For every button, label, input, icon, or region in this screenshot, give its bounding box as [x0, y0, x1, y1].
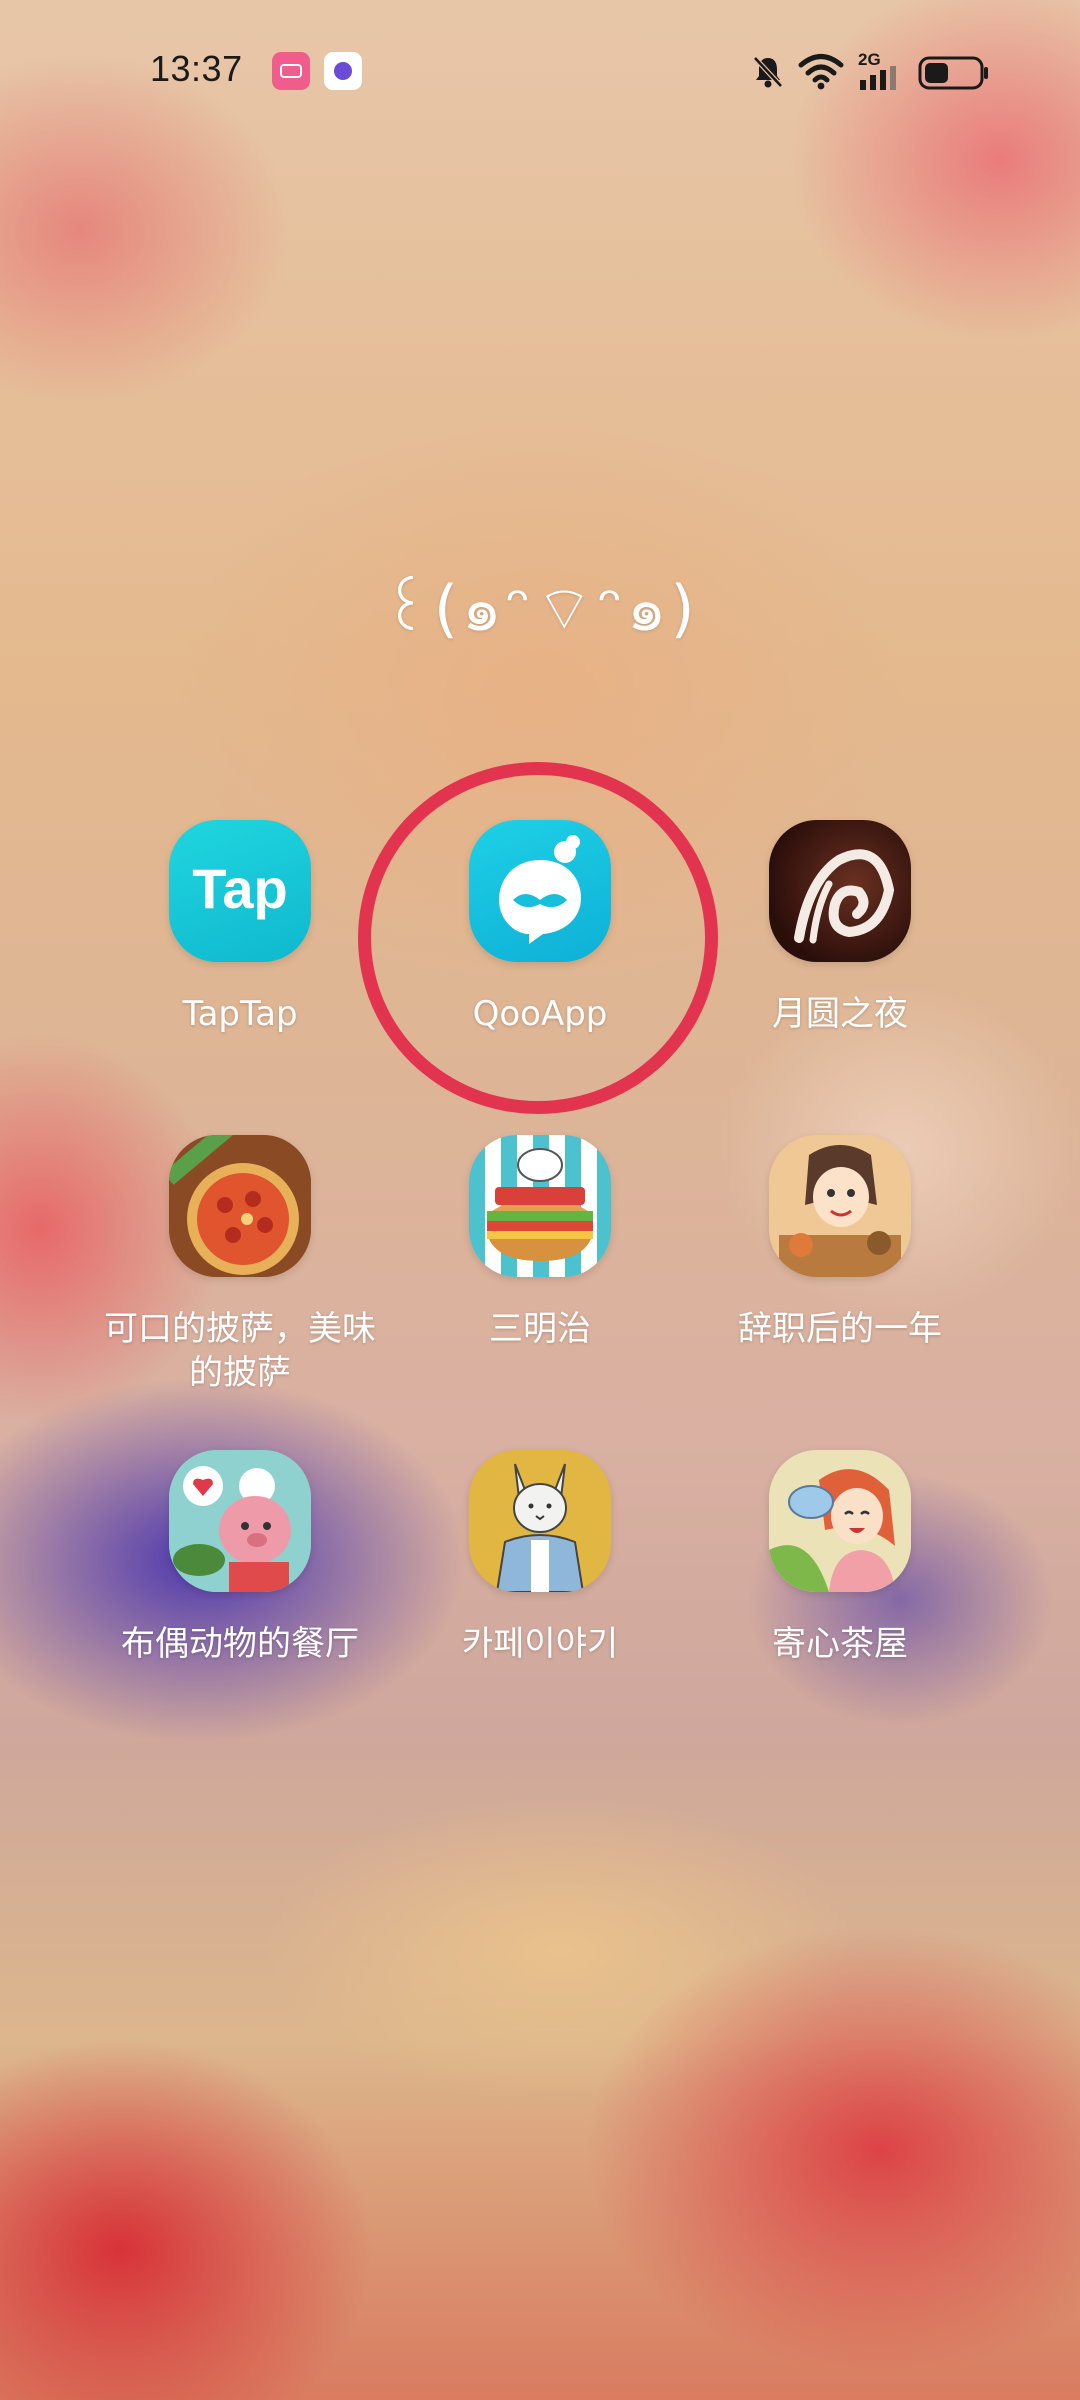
app-label: 카페이야기	[461, 1624, 619, 1664]
pizza-game-icon	[169, 1135, 311, 1277]
bell-muted-icon	[753, 56, 783, 88]
bilibili-comic-icon	[272, 52, 310, 90]
cafe-story-cat-icon	[469, 1450, 611, 1592]
message-app-icon	[324, 52, 362, 90]
app-label: 布偶动物的餐厅	[121, 1624, 359, 1664]
app-label: 三明治	[489, 1309, 591, 1349]
taptap-icon: Tap	[169, 820, 311, 962]
folder-title[interactable]: ꒰(๑ᵔ⌔ᵔ๑)	[0, 560, 1080, 658]
app-label: 可口的披萨，美味的披萨	[104, 1309, 376, 1393]
qooapp-mustache-icon	[469, 820, 611, 962]
sandwich-game-icon	[469, 1135, 611, 1277]
app-label: QooApp	[472, 994, 608, 1034]
app-label: TapTap	[182, 994, 298, 1034]
status-bar: 13:37 2G	[0, 0, 1080, 140]
svg-text:Tap: Tap	[192, 857, 287, 920]
battery-icon	[918, 56, 988, 90]
tea-house-girl-icon	[769, 1450, 911, 1592]
wifi-icon	[798, 54, 844, 90]
doll-restaurant-icon	[169, 1450, 311, 1592]
status-time: 13:37	[150, 48, 243, 89]
app-label: 月圆之夜	[772, 994, 908, 1034]
resignation-year-icon	[769, 1135, 911, 1277]
app-label: 寄心茶屋	[772, 1624, 908, 1664]
app-label: 辞职后的一年	[738, 1309, 942, 1349]
cellular-signal-icon	[860, 66, 896, 90]
moon-night-icon	[769, 820, 911, 962]
